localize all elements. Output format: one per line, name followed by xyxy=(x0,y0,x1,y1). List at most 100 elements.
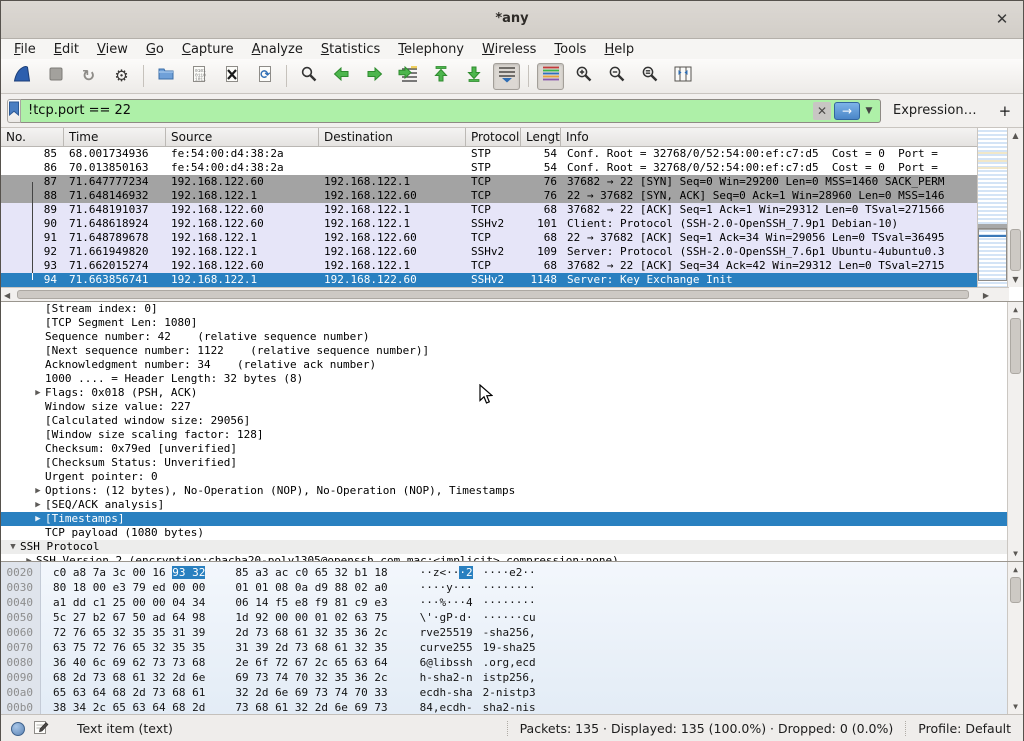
menu-analyze[interactable]: Analyze xyxy=(243,40,312,59)
packet-row-94-selected[interactable]: 9471.663856741192.168.122.1192.168.122.6… xyxy=(1,273,979,287)
stop-capture-button[interactable] xyxy=(42,63,69,90)
detail-line[interactable]: [Checksum Status: Unverified] xyxy=(1,456,1009,470)
packet-row-93[interactable]: 9371.662015274192.168.122.60192.168.122.… xyxy=(1,259,979,273)
hex-row-0020[interactable]: 0020c0 a8 7a 3c 00 16 93 3285 a3 ac c0 6… xyxy=(1,565,1023,580)
packet-row-85[interactable]: 8568.001734936fe:54:00:d4:38:2aSTP54Conf… xyxy=(1,147,979,161)
filter-apply-icon[interactable]: → xyxy=(834,102,860,120)
zoom-out-button[interactable] xyxy=(603,63,630,90)
detail-line-flags[interactable]: ▶Flags: 0x018 (PSH, ACK) xyxy=(1,386,1009,400)
detail-line[interactable]: [Next sequence number: 1122 (relative se… xyxy=(1,344,1009,358)
scroll-thumb[interactable] xyxy=(1010,318,1021,374)
column-header-length[interactable]: Length xyxy=(521,128,561,146)
go-first-packet-button[interactable] xyxy=(427,63,454,90)
title-bar[interactable]: *any ✕ xyxy=(1,1,1023,39)
zoom-in-button[interactable] xyxy=(570,63,597,90)
detail-line-ssh-version[interactable]: ▶SSH Version 2 (encryption:chacha20-poly… xyxy=(1,554,1009,561)
filter-bookmark-button[interactable] xyxy=(7,99,21,123)
detail-line-seq-ack[interactable]: ▶[SEQ/ACK analysis] xyxy=(1,498,1009,512)
go-last-packet-button[interactable] xyxy=(460,63,487,90)
scroll-up-icon[interactable]: ▲ xyxy=(1008,565,1023,574)
expert-info-icon[interactable] xyxy=(11,722,25,736)
intelligent-scrollbar-minimap[interactable] xyxy=(977,128,1007,287)
detail-line[interactable]: [Stream index: 0] xyxy=(1,302,1009,316)
detail-line[interactable]: Sequence number: 42 (relative sequence n… xyxy=(1,330,1009,344)
hex-row-0060[interactable]: 006072 76 65 32 35 35 31 392d 73 68 61 3… xyxy=(1,625,1023,640)
bytes-vscrollbar[interactable]: ▲ ▼ xyxy=(1007,562,1023,714)
close-file-button[interactable] xyxy=(218,63,245,90)
expand-arrow-icon[interactable]: ▶ xyxy=(31,498,45,512)
menu-telephony[interactable]: Telephony xyxy=(389,40,473,59)
detail-line[interactable]: TCP payload (1080 bytes) xyxy=(1,526,1009,540)
filter-clear-icon[interactable]: ✕ xyxy=(813,102,831,120)
scroll-right-icon[interactable]: ▶ xyxy=(983,291,989,300)
menu-edit[interactable]: Edit xyxy=(45,40,88,59)
filter-dropdown-caret-icon[interactable]: ▼ xyxy=(862,102,876,120)
detail-line-options[interactable]: ▶Options: (12 bytes), No-Operation (NOP)… xyxy=(1,484,1009,498)
packet-list-hscrollbar[interactable]: ◀ ▶ xyxy=(1,287,1009,301)
go-to-packet-button[interactable] xyxy=(394,63,421,90)
detail-line[interactable]: Acknowledgment number: 34 (relative ack … xyxy=(1,358,1009,372)
detail-line[interactable]: [Window size scaling factor: 128] xyxy=(1,428,1009,442)
packet-row-86[interactable]: 8670.013850163fe:54:00:d4:38:2aSTP54Conf… xyxy=(1,161,979,175)
go-next-packet-button[interactable] xyxy=(361,63,388,90)
column-header-time[interactable]: Time xyxy=(64,128,166,146)
menu-help[interactable]: Help xyxy=(595,40,643,59)
expand-arrow-icon[interactable]: ▶ xyxy=(31,484,45,498)
detail-line[interactable]: [Calculated window size: 29056] xyxy=(1,414,1009,428)
packet-row-88[interactable]: 8871.648146932192.168.122.1192.168.122.6… xyxy=(1,189,979,203)
restart-capture-button[interactable]: ↻ xyxy=(75,63,102,90)
packet-list-vscrollbar[interactable]: ▲ ▼ xyxy=(1007,128,1023,287)
scroll-down-icon[interactable]: ▼ xyxy=(1008,702,1023,711)
minimap-viewport-thumb[interactable] xyxy=(978,228,1007,281)
hex-row-0050[interactable]: 00505c 27 b2 67 50 ad 64 981d 92 00 00 0… xyxy=(1,610,1023,625)
hex-row-00a0[interactable]: 00a065 63 64 68 2d 73 68 6132 2d 6e 69 7… xyxy=(1,685,1023,700)
menu-statistics[interactable]: Statistics xyxy=(312,40,389,59)
column-header-info[interactable]: Info xyxy=(561,128,1009,146)
column-header-protocol[interactable]: Protocol xyxy=(466,128,521,146)
scroll-thumb[interactable] xyxy=(1010,577,1021,603)
scroll-left-icon[interactable]: ◀ xyxy=(4,291,10,300)
packet-row-87[interactable]: 8771.647777234192.168.122.60192.168.122.… xyxy=(1,175,979,189)
scroll-down-icon[interactable]: ▼ xyxy=(1008,549,1023,558)
scroll-up-icon[interactable]: ▲ xyxy=(1008,131,1023,140)
hex-row-0040[interactable]: 0040a1 dd c1 25 00 00 04 3406 14 f5 e8 f… xyxy=(1,595,1023,610)
detail-line-timestamps-selected[interactable]: ▶[Timestamps] xyxy=(1,512,1009,526)
hex-row-0030[interactable]: 003080 18 00 e3 79 ed 00 0001 01 08 0a d… xyxy=(1,580,1023,595)
details-vscrollbar[interactable]: ▲ ▼ xyxy=(1007,302,1023,561)
go-previous-packet-button[interactable] xyxy=(328,63,355,90)
add-filter-button[interactable]: + xyxy=(987,102,1024,120)
open-file-button[interactable] xyxy=(152,63,179,90)
expand-arrow-icon[interactable]: ▶ xyxy=(31,512,45,526)
column-header-no[interactable]: No. xyxy=(1,128,64,146)
hex-row-00b0[interactable]: 00b038 34 2c 65 63 64 68 2d73 68 61 32 2… xyxy=(1,700,1023,714)
profile-button[interactable]: Profile: Default xyxy=(905,721,1023,736)
scroll-thumb[interactable] xyxy=(1010,229,1021,271)
detail-line[interactable]: Window size value: 227 xyxy=(1,400,1009,414)
reload-file-button[interactable]: ⟳ xyxy=(251,63,278,90)
hex-row-0070[interactable]: 007063 75 72 76 65 32 35 3531 39 2d 73 6… xyxy=(1,640,1023,655)
menu-tools[interactable]: Tools xyxy=(545,40,595,59)
menu-view[interactable]: View xyxy=(88,40,137,59)
colorize-packets-button[interactable] xyxy=(537,63,564,90)
find-packet-button[interactable] xyxy=(295,63,322,90)
expression-button[interactable]: Expression… xyxy=(893,103,977,118)
menu-file[interactable]: File xyxy=(5,40,45,59)
auto-scroll-button[interactable] xyxy=(493,63,520,90)
column-header-destination[interactable]: Destination xyxy=(319,128,466,146)
capture-options-button[interactable]: ⚙ xyxy=(108,63,135,90)
window-close-icon[interactable]: ✕ xyxy=(993,10,1011,28)
detail-line[interactable]: [TCP Segment Len: 1080] xyxy=(1,316,1009,330)
packet-row-92[interactable]: 9271.661949820192.168.122.1192.168.122.6… xyxy=(1,245,979,259)
expand-arrow-icon[interactable]: ▶ xyxy=(22,554,36,561)
detail-line[interactable]: Urgent pointer: 0 xyxy=(1,470,1009,484)
column-header-source[interactable]: Source xyxy=(166,128,319,146)
packet-row-90[interactable]: 9071.648618924192.168.122.60192.168.122.… xyxy=(1,217,979,231)
menu-go[interactable]: Go xyxy=(137,40,173,59)
packet-row-91[interactable]: 9171.648789678192.168.122.1192.168.122.6… xyxy=(1,231,979,245)
expand-arrow-icon[interactable]: ▶ xyxy=(31,386,45,400)
packet-row-89[interactable]: 8971.648191037192.168.122.60192.168.122.… xyxy=(1,203,979,217)
collapse-arrow-icon[interactable]: ▼ xyxy=(6,540,20,554)
start-capture-button[interactable] xyxy=(9,63,36,90)
menu-capture[interactable]: Capture xyxy=(173,40,243,59)
capture-comment-icon[interactable] xyxy=(33,719,49,738)
